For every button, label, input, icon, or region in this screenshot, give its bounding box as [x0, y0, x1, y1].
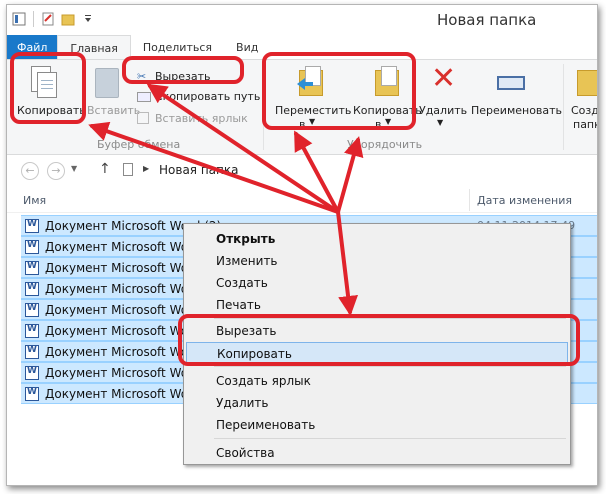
menu-item-create[interactable]: Создать	[186, 272, 568, 294]
menu-item-rename[interactable]: Переименовать	[186, 414, 568, 436]
column-header: Имя Дата изменения	[7, 185, 597, 213]
word-document-icon	[25, 387, 39, 401]
rename-icon[interactable]	[497, 76, 525, 90]
window-icon	[11, 11, 27, 27]
delete-button[interactable]: Удалить	[419, 104, 467, 117]
column-separator[interactable]	[469, 189, 470, 211]
customize-qat-icon[interactable]	[80, 11, 96, 27]
chevron-down-icon: ▼	[437, 118, 444, 127]
annotation-cut-button	[122, 56, 244, 84]
file-name: Документ Microsoft Word	[45, 240, 201, 254]
annotation-menu-cut-copy	[178, 314, 580, 366]
breadcrumb-chevron-icon[interactable]: ▶	[143, 164, 149, 173]
new-folder-icon[interactable]	[60, 11, 76, 27]
qat-separator	[33, 11, 34, 27]
paste-button[interactable]: Вставить	[87, 104, 140, 117]
word-document-icon	[25, 345, 39, 359]
folder-location-icon	[123, 163, 133, 176]
forward-icon[interactable]: →	[47, 162, 65, 180]
menu-item-properties[interactable]: Свойства	[186, 442, 568, 464]
quick-access-toolbar	[11, 11, 96, 27]
menu-item-print[interactable]: Печать	[186, 294, 568, 316]
annotation-move-copy-to	[262, 52, 416, 130]
word-document-icon	[25, 366, 39, 380]
new-folder-icon[interactable]	[577, 66, 597, 96]
new-folder-button[interactable]: Созд	[571, 104, 597, 117]
copy-path-icon	[137, 92, 151, 102]
menu-separator	[214, 438, 566, 439]
paste-shortcut-icon	[137, 112, 149, 124]
annotation-copy-button	[10, 52, 86, 124]
word-document-icon	[25, 303, 39, 317]
paste-shortcut-button[interactable]: Вставить ярлык	[155, 112, 248, 125]
file-name: Документ Microsoft Word	[45, 366, 201, 380]
back-icon[interactable]: ←	[21, 162, 39, 180]
word-document-icon	[25, 219, 39, 233]
word-document-icon	[25, 240, 39, 254]
window-title: Новая папка	[437, 11, 537, 29]
ribbon-separator	[563, 64, 564, 150]
file-name: Документ Microsoft Word	[45, 261, 201, 275]
delete-icon[interactable]: ✕	[431, 64, 456, 94]
column-name-header[interactable]: Имя	[23, 194, 46, 207]
file-name: Документ Microsoft Word	[45, 282, 201, 296]
recent-locations-icon[interactable]: ▼	[71, 164, 77, 173]
clipboard-group-label: Буфер обмена	[97, 138, 181, 151]
menu-item-create-shortcut[interactable]: Создать ярлык	[186, 370, 568, 392]
organize-group-label: Упорядочить	[347, 138, 423, 151]
word-document-icon	[25, 282, 39, 296]
menu-item-delete[interactable]: Удалить	[186, 392, 568, 414]
address-bar: ← → ▼ ↑ ▶ Новая папка	[7, 155, 597, 185]
up-icon[interactable]: ↑	[99, 161, 111, 177]
word-document-icon	[25, 261, 39, 275]
menu-item-edit[interactable]: Изменить	[186, 250, 568, 272]
paste-icon	[95, 68, 119, 98]
properties-icon[interactable]	[40, 11, 56, 27]
word-document-icon	[25, 324, 39, 338]
column-date-header[interactable]: Дата изменения	[477, 194, 572, 207]
menu-separator	[214, 366, 566, 367]
file-name: Документ Microsoft Word	[45, 387, 201, 401]
rename-button[interactable]: Переименовать	[471, 104, 562, 117]
title-bar: Новая папка	[7, 5, 597, 35]
file-name: Документ Microsoft Word	[45, 303, 201, 317]
menu-item-open[interactable]: Открыть	[186, 228, 568, 250]
new-folder-button-line2[interactable]: папк	[573, 118, 597, 131]
breadcrumb-current[interactable]: Новая папка	[159, 163, 238, 177]
copy-path-button[interactable]: Скопировать путь	[155, 90, 260, 103]
